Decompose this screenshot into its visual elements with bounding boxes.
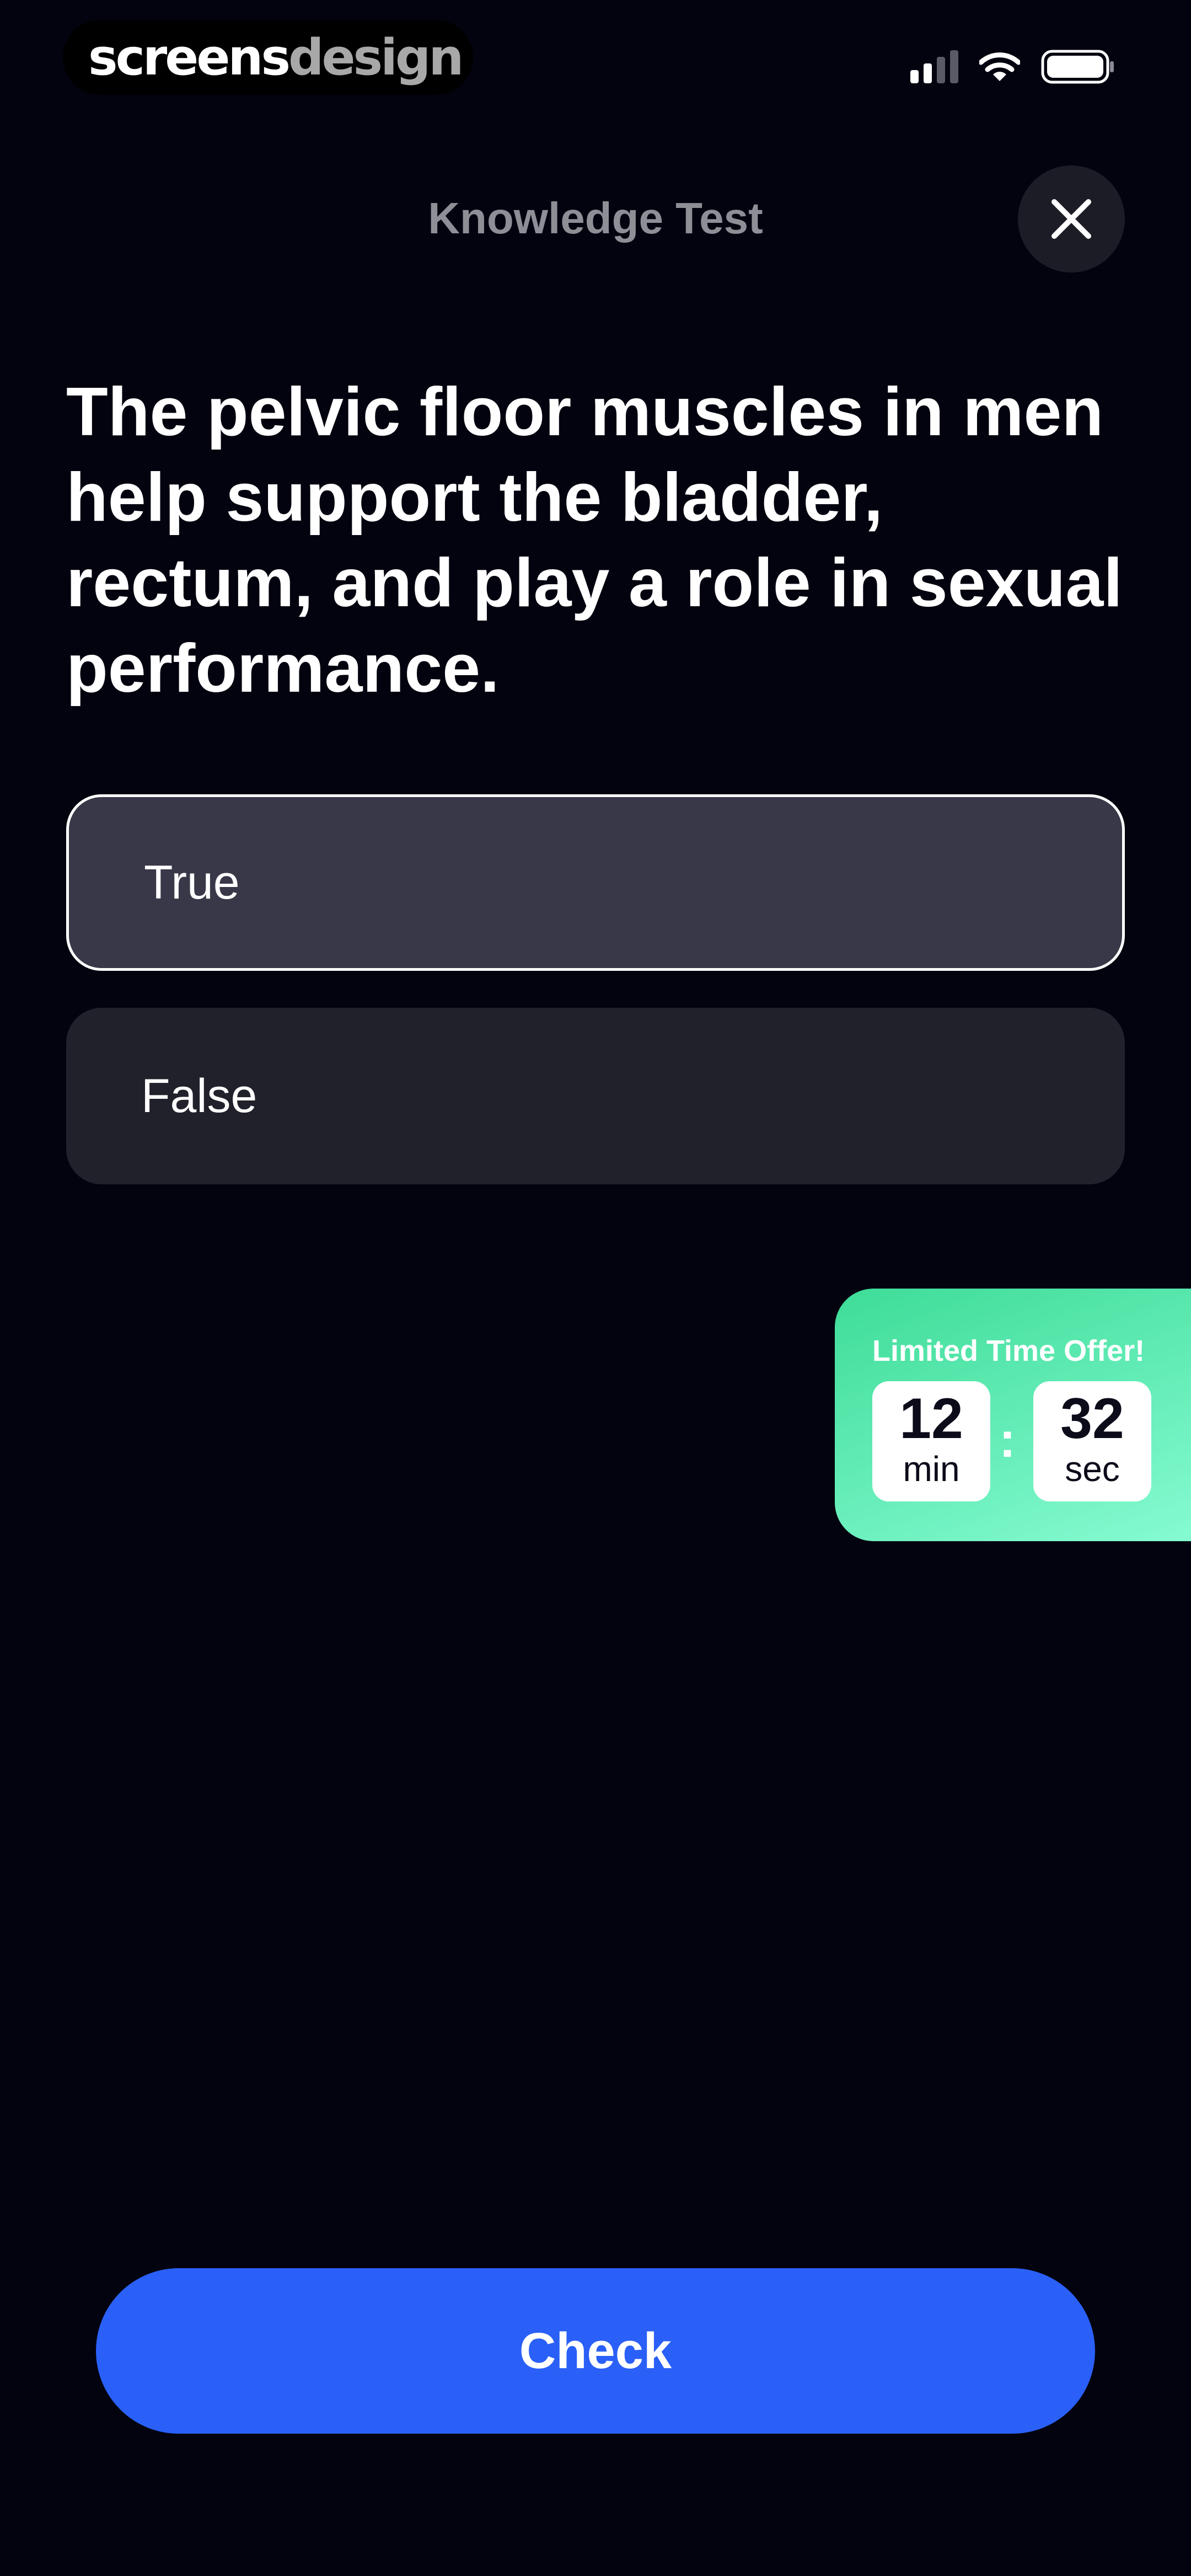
wifi-icon xyxy=(979,52,1020,81)
offer-minutes-box: 12 min xyxy=(872,1381,990,1501)
offer-seconds-box: 32 sec xyxy=(1033,1381,1151,1501)
offer-time-separator: : xyxy=(999,1413,1016,1468)
answer-option-false[interactable]: False xyxy=(66,1008,1125,1184)
logo-text-design: design xyxy=(288,28,464,87)
quiz-screen: screens design Knowledge Test The pelvic … xyxy=(0,0,1191,2576)
page-title: Knowledge Test xyxy=(428,194,763,243)
offer-seconds-value: 32 xyxy=(1060,1387,1124,1451)
offer-minutes-unit: min xyxy=(903,1449,960,1489)
battery-icon xyxy=(1041,50,1114,84)
check-button[interactable]: Check xyxy=(96,2268,1095,2434)
cellular-signal-icon xyxy=(910,50,958,83)
offer-minutes-value: 12 xyxy=(899,1387,963,1451)
limited-time-offer-widget[interactable]: Limited Time Offer! 12 min : 32 sec xyxy=(835,1289,1191,1541)
offer-seconds-unit: sec xyxy=(1065,1449,1120,1489)
close-button[interactable] xyxy=(1018,165,1125,272)
logo-text-screens: screens xyxy=(88,28,291,87)
answer-option-label: False xyxy=(141,1069,257,1123)
close-icon xyxy=(1051,199,1091,239)
screensdesign-logo: screens design xyxy=(63,20,473,95)
question-text: The pelvic floor muscles in men help sup… xyxy=(66,374,1123,707)
answer-option-label: True xyxy=(144,856,240,909)
status-bar xyxy=(910,47,1115,86)
offer-title: Limited Time Offer! xyxy=(872,1334,1145,1367)
answer-option-true[interactable]: True xyxy=(66,794,1125,971)
